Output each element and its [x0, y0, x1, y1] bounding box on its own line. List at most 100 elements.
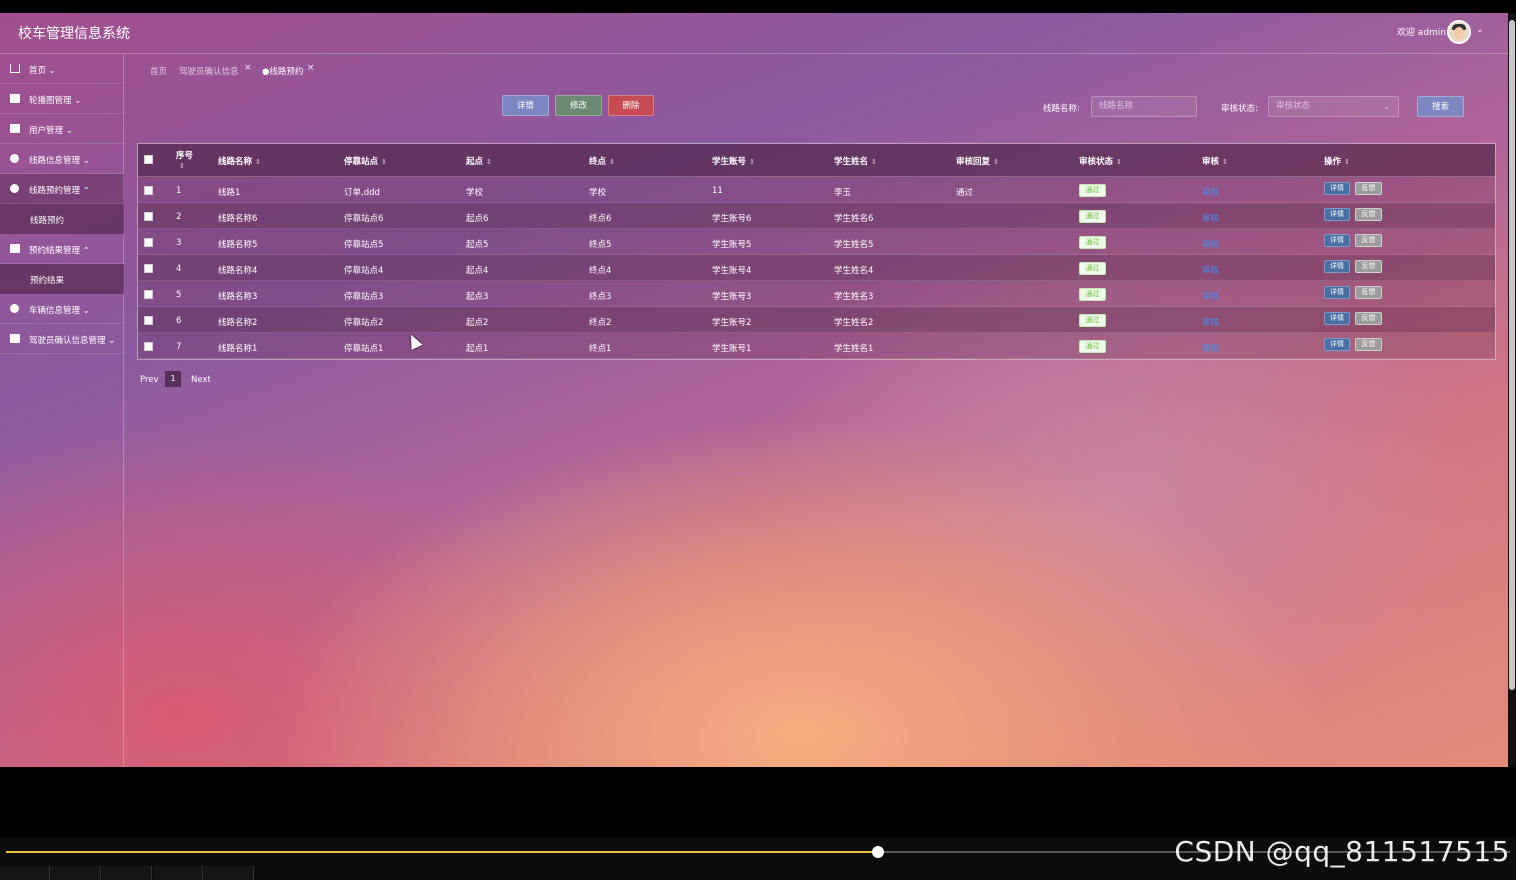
bus-icon — [10, 304, 19, 313]
audit-link[interactable]: 审核 — [1202, 264, 1219, 276]
select-all-checkbox[interactable] — [144, 155, 153, 164]
progress-knob[interactable] — [872, 846, 884, 858]
sidebar-subitem-booking[interactable]: 线路预约 — [0, 204, 124, 234]
row-feedback-button[interactable]: 反馈 — [1355, 312, 1382, 325]
row-detail-button[interactable]: 详情 — [1324, 312, 1350, 325]
header-account[interactable]: 学生账号 ⇕ — [712, 155, 755, 167]
app-window: 校车管理信息系统 欢迎 admin ⌄ 首页 ⌄ 轮播图管理 ⌄ 用户管理 ⌄ … — [0, 13, 1508, 767]
cell-stops: 停靠站点3 — [344, 292, 384, 302]
row-detail-button[interactable]: 详情 — [1324, 286, 1350, 299]
cell-start: 起点2 — [466, 318, 489, 328]
cell-no: 1 — [176, 186, 182, 196]
audit-link[interactable]: 审核 — [1202, 290, 1219, 302]
player-control[interactable] — [51, 866, 101, 880]
row-checkbox[interactable] — [144, 238, 153, 247]
cell-route: 线路名称2 — [218, 318, 258, 328]
current-page[interactable]: 1 — [165, 371, 181, 387]
row-detail-button[interactable]: 详情 — [1324, 182, 1350, 195]
audit-link[interactable]: 审核 — [1202, 342, 1219, 354]
breadcrumb-home[interactable]: 首页 — [150, 65, 167, 77]
cell-route: 线路名称6 — [218, 214, 258, 224]
cell-end: 终点4 — [589, 266, 612, 276]
row-checkbox[interactable] — [144, 342, 153, 351]
audit-link[interactable]: 审核 — [1202, 238, 1219, 250]
row-feedback-button[interactable]: 反馈 — [1355, 208, 1382, 221]
header-no[interactable]: 序号 ⇕ — [176, 149, 193, 171]
row-feedback-button[interactable]: 反馈 — [1355, 286, 1382, 299]
row-detail-button[interactable]: 详情 — [1324, 338, 1350, 351]
cell-end: 学校 — [589, 188, 607, 198]
row-feedback-button[interactable]: 反馈 — [1355, 182, 1382, 195]
sidebar-item-label: 轮播图管理 ⌄ — [29, 96, 82, 106]
avatar[interactable] — [1447, 20, 1471, 44]
row-detail-button[interactable]: 详情 — [1324, 234, 1350, 247]
sidebar-item-users[interactable]: 用户管理 ⌄ — [0, 114, 124, 144]
audit-link[interactable]: 审核 — [1202, 212, 1219, 224]
row-checkbox[interactable] — [144, 186, 153, 195]
header-audit[interactable]: 审核 ⇕ — [1202, 155, 1228, 167]
row-checkbox[interactable] — [144, 290, 153, 299]
sidebar-item-home[interactable]: 首页 ⌄ — [0, 54, 124, 84]
sidebar-item-driver[interactable]: 驾驶员确认信息管理 ⌄ — [0, 324, 124, 354]
close-icon[interactable]: × — [307, 63, 315, 73]
header-end[interactable]: 终点 ⇕ — [589, 155, 615, 167]
cell-no: 6 — [176, 316, 182, 326]
cell-account: 11 — [712, 186, 723, 196]
breadcrumb-current[interactable]: ●线路预约 — [262, 65, 303, 77]
next-page-link[interactable]: Next — [191, 375, 211, 385]
row-feedback-button[interactable]: 反馈 — [1355, 338, 1382, 351]
header-start[interactable]: 起点 ⇕ — [466, 155, 492, 167]
search-button[interactable]: 搜索 — [1417, 96, 1464, 117]
chevron-down-icon: ⌄ — [82, 306, 90, 316]
sidebar-item-carousel[interactable]: 轮播图管理 ⌄ — [0, 84, 124, 114]
detail-button[interactable]: 详情 — [502, 95, 549, 116]
row-feedback-button[interactable]: 反馈 — [1355, 234, 1382, 247]
row-detail-button[interactable]: 详情 — [1324, 208, 1350, 221]
header-status[interactable]: 审核状态 ⇕ — [1079, 155, 1122, 167]
booking-icon — [10, 184, 19, 193]
row-checkbox[interactable] — [144, 212, 153, 221]
header-name[interactable]: 学生姓名 ⇕ — [834, 155, 877, 167]
header-route[interactable]: 线路名称 ⇕ — [218, 155, 261, 167]
edit-button[interactable]: 修改 — [555, 95, 602, 116]
close-icon[interactable]: × — [244, 63, 252, 73]
sidebar-item-result[interactable]: 预约结果管理 ⌃ — [0, 234, 124, 264]
table-row[interactable]: 1 线路1 订单,ddd 学校 学校 11 李玉 通过 通过 审核 详情 反馈 — [138, 177, 1495, 203]
table-row[interactable]: 3 线路名称5 停靠站点5 起点5 终点5 学生账号5 学生姓名5 通过 审核 详情 反馈 — [138, 229, 1495, 255]
sidebar-item-booking[interactable]: 线路预约管理 ⌃ — [0, 174, 124, 204]
sort-icon: ⇕ — [1222, 158, 1228, 166]
sidebar-subitem-result[interactable]: 预约结果 — [0, 264, 124, 294]
header-reply[interactable]: 审核回复 ⇕ — [956, 155, 999, 167]
cell-route: 线路名称5 — [218, 240, 258, 250]
row-feedback-button[interactable]: 反馈 — [1355, 260, 1382, 273]
route-name-input[interactable]: 线路名称 — [1091, 96, 1197, 117]
header-stops[interactable]: 停靠站点 ⇕ — [344, 155, 387, 167]
header-actions[interactable]: 操作 ⇕ — [1324, 155, 1350, 167]
player-control[interactable] — [204, 866, 254, 880]
audit-link[interactable]: 审核 — [1202, 186, 1219, 198]
table-row[interactable]: 5 线路名称3 停靠站点3 起点3 终点3 学生账号3 学生姓名3 通过 审核 详情 反馈 — [138, 281, 1495, 307]
player-control[interactable] — [0, 866, 50, 880]
chevron-down-icon[interactable]: ⌄ — [1476, 25, 1484, 35]
table-row[interactable]: 7 线路名称1 停靠站点1 起点1 终点1 学生账号1 学生姓名1 通过 审核 详情 反馈 — [138, 333, 1495, 359]
row-detail-button[interactable]: 详情 — [1324, 260, 1350, 273]
table-row[interactable]: 6 线路名称2 停靠站点2 起点2 终点2 学生账号2 学生姓名2 通过 审核 详情 反馈 — [138, 307, 1495, 333]
row-checkbox[interactable] — [144, 316, 153, 325]
scrollbar-thumb[interactable] — [1509, 20, 1515, 690]
sidebar-item-label: 车辆信息管理 ⌄ — [29, 306, 90, 316]
sidebar-item-route-info[interactable]: 线路信息管理 ⌄ — [0, 144, 124, 174]
breadcrumb-driver[interactable]: 驾驶员确认信息 — [179, 65, 239, 77]
audit-status-select[interactable]: 审核状态 ⌄ — [1268, 96, 1399, 117]
row-checkbox[interactable] — [144, 264, 153, 273]
delete-button[interactable]: 删除 — [608, 95, 654, 116]
player-control[interactable] — [153, 866, 203, 880]
audit-status-label: 审核状态: — [1221, 104, 1258, 114]
audit-link[interactable]: 审核 — [1202, 316, 1219, 328]
table-row[interactable]: 4 线路名称4 停靠站点4 起点4 终点4 学生账号4 学生姓名4 通过 审核 详情 反馈 — [138, 255, 1495, 281]
table-row[interactable]: 2 线路名称6 停靠站点6 起点6 终点6 学生账号6 学生姓名6 通过 审核 详情 反馈 — [138, 203, 1495, 229]
sidebar-item-vehicle[interactable]: 车辆信息管理 ⌄ — [0, 294, 124, 324]
cell-end: 终点2 — [589, 318, 612, 328]
player-control[interactable] — [102, 866, 152, 880]
prev-page-link[interactable]: Prev — [140, 375, 159, 385]
cell-account: 学生账号2 — [712, 318, 752, 328]
